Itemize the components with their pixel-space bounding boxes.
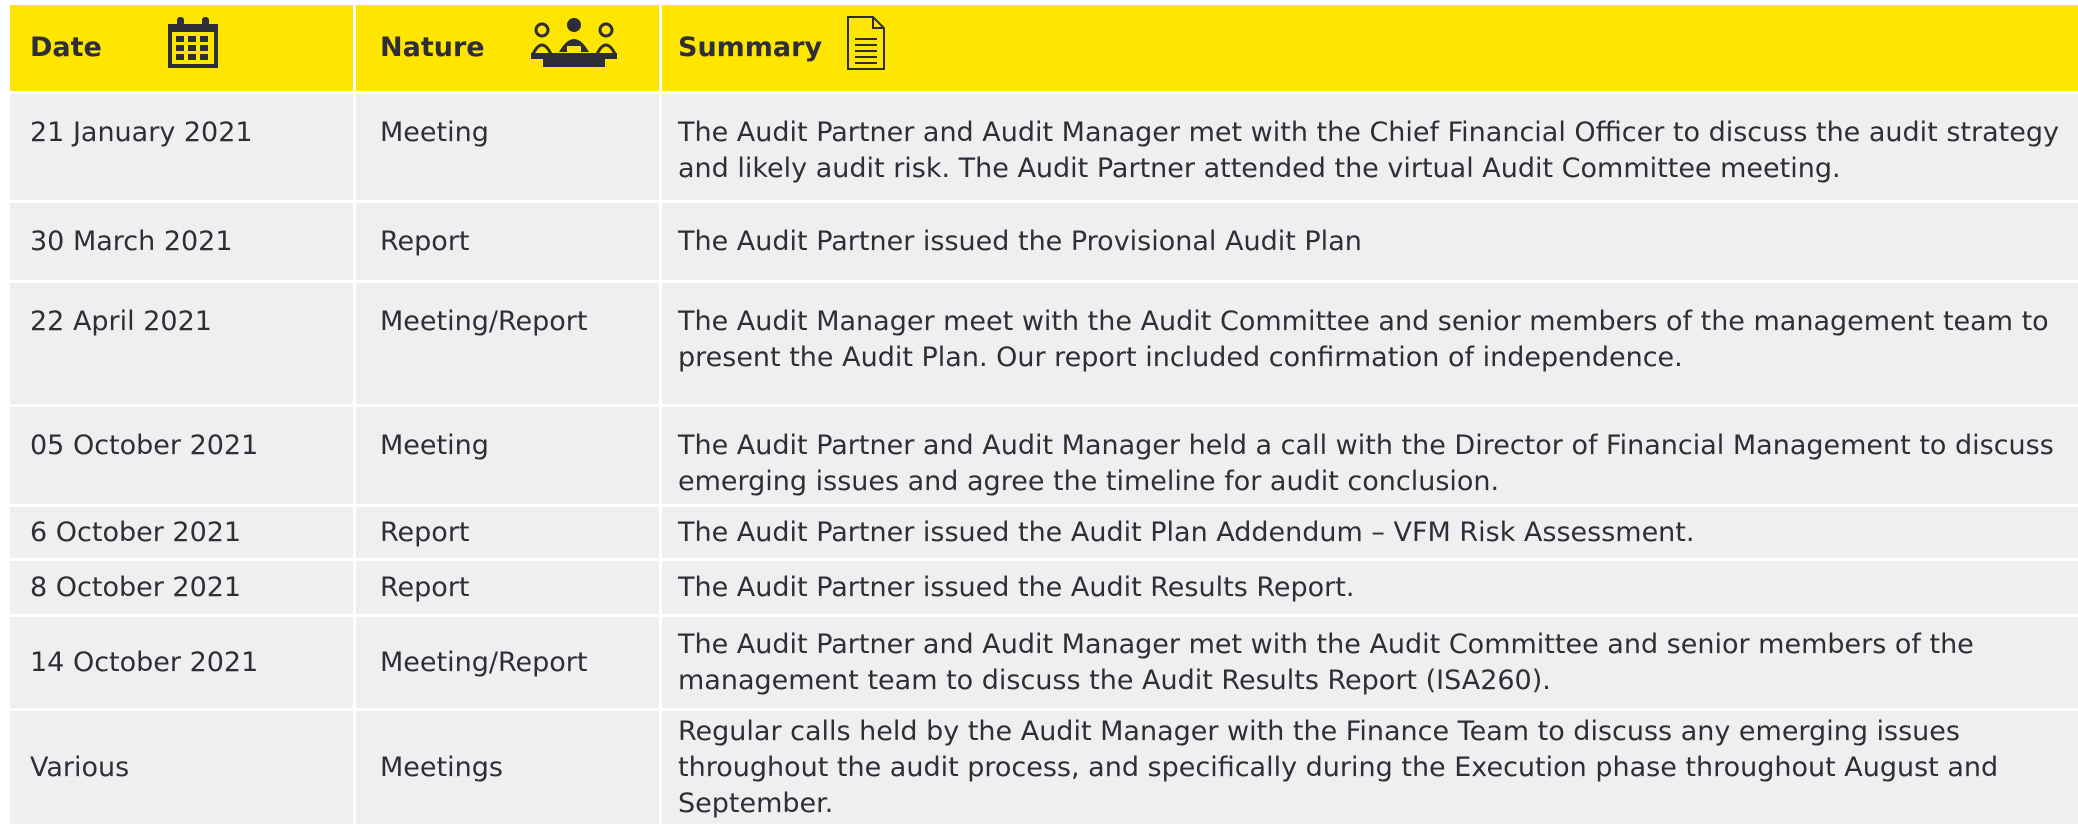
table-row: 6 October 2021 Report The Audit Partner … <box>10 504 2078 558</box>
summary-line: emerging issues and agree the timeline f… <box>678 466 1500 497</box>
summary-line: The Audit Partner issued the Provisional… <box>678 226 1362 257</box>
row-summary: The Audit Partner and Audit Manager held… <box>662 404 2078 504</box>
row-nature: Meeting <box>356 91 662 200</box>
row-nature: Report <box>356 504 662 558</box>
row-date: Various <box>10 708 356 824</box>
row-nature: Meeting/Report <box>356 280 662 404</box>
document-icon <box>846 15 886 81</box>
calendar-icon <box>166 16 220 80</box>
summary-line: Regular calls held by the Audit Manager … <box>678 715 1960 747</box>
summary-line: The Audit Manager meet with the Audit Co… <box>678 306 2049 337</box>
summary-line: present the Audit Plan. Our report inclu… <box>678 342 1683 373</box>
engagement-table: Date Nature Summary 21 January 2021 Meet… <box>10 5 2078 824</box>
table-row: 22 April 2021 Meeting/Report The Audit M… <box>10 280 2078 404</box>
row-date: 05 October 2021 <box>10 404 356 504</box>
table-row: 30 March 2021 Report The Audit Partner i… <box>10 200 2078 280</box>
summary-line: The Audit Partner and Audit Manager met … <box>678 117 2059 148</box>
row-date: 8 October 2021 <box>10 558 356 614</box>
header-date-label: Date <box>30 32 102 63</box>
header-nature: Nature <box>356 5 662 91</box>
row-summary: Regular calls held by the Audit Manager … <box>662 708 2078 824</box>
summary-line: and likely audit risk. The Audit Partner… <box>678 153 1841 184</box>
table-row: 21 January 2021 Meeting The Audit Partne… <box>10 91 2078 200</box>
row-date: 6 October 2021 <box>10 504 356 558</box>
row-summary: The Audit Partner and Audit Manager met … <box>662 614 2078 708</box>
table-row: 8 October 2021 Report The Audit Partner … <box>10 558 2078 614</box>
row-nature: Report <box>356 200 662 280</box>
table-row: 05 October 2021 Meeting The Audit Partne… <box>10 404 2078 504</box>
table-row: 14 October 2021 Meeting/Report The Audit… <box>10 614 2078 708</box>
header-summary-label: Summary <box>678 32 823 63</box>
header-date: Date <box>10 5 356 91</box>
row-summary: The Audit Manager meet with the Audit Co… <box>662 280 2078 404</box>
table-row: Various Meetings Regular calls held by t… <box>10 708 2078 824</box>
row-date: 22 April 2021 <box>10 280 356 404</box>
row-nature: Report <box>356 558 662 614</box>
row-nature: Meetings <box>356 708 662 824</box>
row-summary: The Audit Partner issued the Provisional… <box>662 200 2078 280</box>
meeting-icon <box>529 16 619 80</box>
row-summary: The Audit Partner issued the Audit Resul… <box>662 558 2078 614</box>
row-summary: The Audit Partner issued the Audit Plan … <box>662 504 2078 558</box>
row-nature: Meeting <box>356 404 662 504</box>
summary-line: The Audit Partner and Audit Manager met … <box>678 628 1974 660</box>
summary-line: September. <box>678 787 834 819</box>
header-nature-label: Nature <box>380 32 485 63</box>
table-header: Date Nature Summary <box>10 5 2078 91</box>
row-nature: Meeting/Report <box>356 614 662 708</box>
summary-line: The Audit Partner and Audit Manager held… <box>678 430 2054 461</box>
summary-line: management team to discuss the Audit Res… <box>678 664 1551 696</box>
row-date: 30 March 2021 <box>10 200 356 280</box>
summary-line: throughout the audit process, and specif… <box>678 751 1999 783</box>
row-date: 14 October 2021 <box>10 614 356 708</box>
row-date: 21 January 2021 <box>10 91 356 200</box>
row-summary: The Audit Partner and Audit Manager met … <box>662 91 2078 200</box>
header-summary: Summary <box>662 5 2078 91</box>
